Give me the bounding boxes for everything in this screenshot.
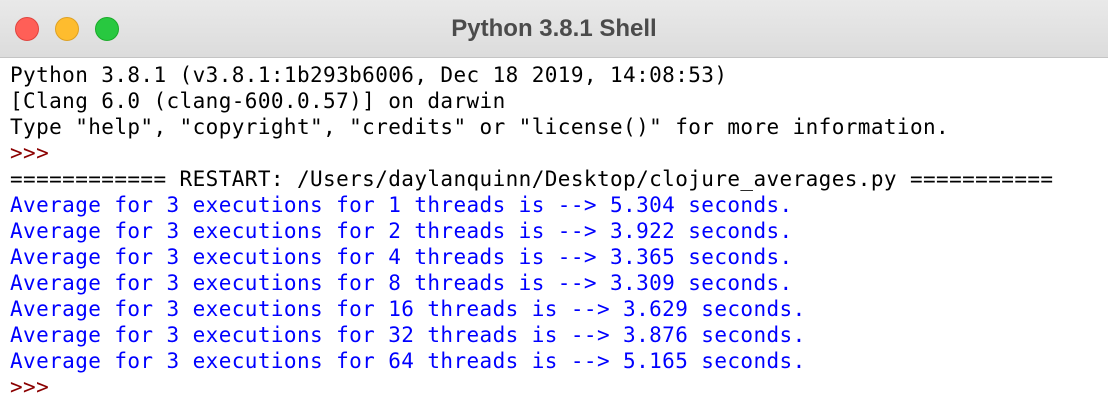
output-line: Average for 3 executions for 8 threads i… xyxy=(10,271,793,295)
title-bar[interactable]: Python 3.8.1 Shell xyxy=(0,0,1108,58)
window-title: Python 3.8.1 Shell xyxy=(451,15,657,42)
output-line: Average for 3 executions for 4 threads i… xyxy=(10,245,793,269)
output-line: Average for 3 executions for 1 threads i… xyxy=(10,193,793,217)
shell-text-area[interactable]: Python 3.8.1 (v3.8.1:1b293b6006, Dec 18 … xyxy=(10,62,1108,400)
active-shell-prompt[interactable]: >>> xyxy=(10,374,1108,400)
restart-banner: ============ RESTART: /Users/daylanquinn… xyxy=(10,167,1054,191)
banner-line: [Clang 6.0 (clang-600.0.57)] on darwin xyxy=(10,89,506,113)
output-line: Average for 3 executions for 16 threads … xyxy=(10,297,806,321)
idle-shell-window: Python 3.8.1 Shell Python 3.8.1 (v3.8.1:… xyxy=(0,0,1108,408)
banner-line: Python 3.8.1 (v3.8.1:1b293b6006, Dec 18 … xyxy=(10,63,728,87)
shell-prompt: >>> xyxy=(10,141,50,165)
output-line: Average for 3 executions for 64 threads … xyxy=(10,349,806,373)
output-line: Average for 3 executions for 2 threads i… xyxy=(10,219,793,243)
output-line: Average for 3 executions for 32 threads … xyxy=(10,323,806,347)
banner-line: Type "help", "copyright", "credits" or "… xyxy=(10,115,950,139)
